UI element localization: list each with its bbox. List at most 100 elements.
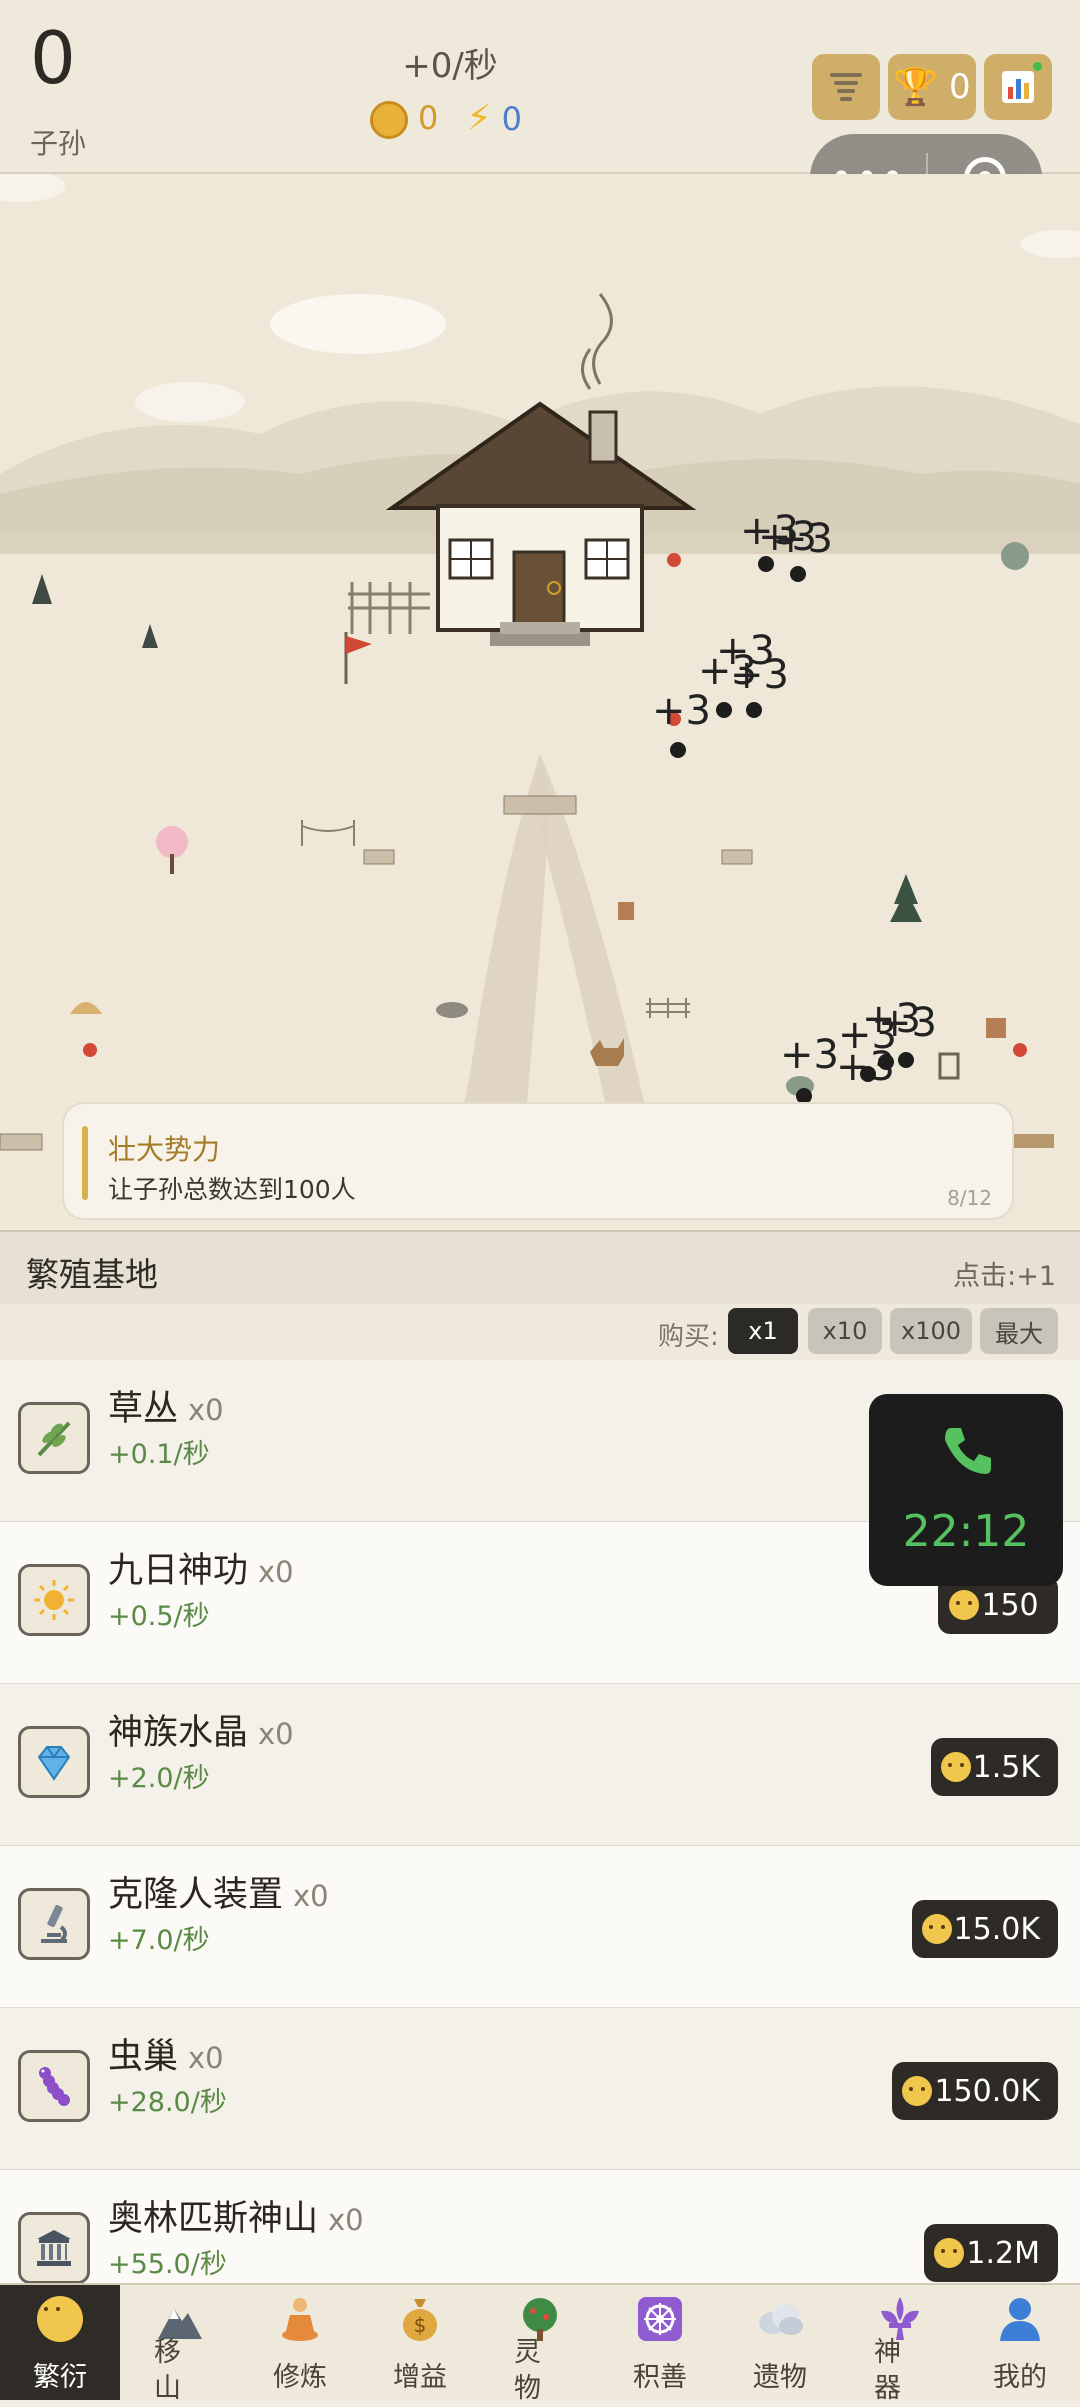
- buy-price-button[interactable]: 15.0K: [911, 1900, 1058, 1958]
- trophy-button[interactable]: 🏆 0: [888, 54, 976, 120]
- baby-icon: [949, 1590, 980, 1620]
- price-value: 1.2M: [966, 2235, 1040, 2271]
- stats-button[interactable]: [984, 54, 1052, 120]
- tab-artifact[interactable]: 神器: [840, 2285, 960, 2404]
- gold-value: 0: [418, 98, 439, 137]
- item-name: 草丛: [108, 1389, 179, 1429]
- buy-price-button[interactable]: 1.5K: [930, 1738, 1058, 1796]
- game-scene[interactable]: +3 +3 +3 +3 +3 +3 +3 +3 +3 +3 +3 +3: [0, 174, 1080, 1229]
- buy-x1-button[interactable]: x1: [728, 1308, 798, 1354]
- baby-icon: [921, 1914, 952, 1944]
- price-value: 1.5K: [972, 1749, 1040, 1785]
- floating-gain: +3: [780, 1032, 839, 1078]
- tab-relics[interactable]: 遗物: [720, 2285, 840, 2400]
- item-count: x0: [293, 1879, 329, 1913]
- tab-boost[interactable]: $ 增益: [360, 2285, 480, 2400]
- list-item[interactable]: 克隆人装置 x0 +7.0/秒 15.0K: [0, 1846, 1080, 2008]
- item-count: x0: [188, 1393, 224, 1427]
- buy-max-button[interactable]: 最大: [980, 1308, 1058, 1354]
- item-rate: +55.0/秒: [108, 2249, 227, 2280]
- tab-spirit[interactable]: 灵物: [480, 2285, 600, 2404]
- quest-card[interactable]: 壮大势力 让子孙总数达到100人 8/12: [62, 1102, 1014, 1220]
- tornado-button[interactable]: [812, 54, 880, 120]
- lightning-icon: ⚡: [466, 98, 492, 139]
- tab-label: 我的: [993, 2362, 1047, 2393]
- tab-label: 繁衍: [33, 2362, 87, 2393]
- tab-label: 修炼: [273, 2362, 327, 2393]
- temple-icon: [18, 2212, 90, 2284]
- trophy-count: 0: [948, 67, 971, 107]
- money-bag-icon: $: [394, 2293, 446, 2345]
- stats-icon: [1002, 71, 1034, 103]
- call-timer: 22:12: [902, 1506, 1030, 1557]
- item-name: 神族水晶: [108, 1713, 249, 1753]
- item-rate: +0.5/秒: [108, 1601, 210, 1632]
- quest-accent-bar: [82, 1126, 88, 1200]
- item-name: 虫巢: [108, 2037, 179, 2077]
- item-rate: +2.0/秒: [108, 1763, 210, 1794]
- gold-resource: 0: [370, 99, 438, 139]
- tab-label: 积善: [633, 2362, 687, 2393]
- coin-icon: [370, 100, 408, 139]
- descendant-dot: [670, 742, 686, 758]
- list-item[interactable]: 虫巢 x0 +28.0/秒 150.0K: [0, 2008, 1080, 2170]
- item-name-row: 克隆人装置 x0: [108, 1866, 329, 1917]
- price-value: 150: [981, 1587, 1039, 1623]
- energy-value: 0: [501, 100, 522, 138]
- section-header: 繁殖基地 点击:+1: [0, 1230, 1080, 1306]
- phone-icon: [945, 1428, 991, 1474]
- list-item[interactable]: 神族水晶 x0 +2.0/秒 1.5K: [0, 1684, 1080, 1846]
- item-name-row: 虫巢 x0: [108, 2028, 224, 2079]
- baby-icon: [934, 2238, 965, 2268]
- buy-label: 购买:: [658, 1322, 719, 1352]
- buy-price-button[interactable]: 150.0K: [892, 2062, 1058, 2120]
- item-name: 奥林匹斯神山: [108, 2199, 319, 2239]
- energy-resource: ⚡ 0: [466, 98, 522, 139]
- microscope-icon: [18, 1888, 90, 1960]
- worm-icon: [18, 2050, 90, 2122]
- crystal-icon: [18, 1726, 90, 1798]
- tab-label: 增益: [393, 2362, 447, 2393]
- scene-art: [0, 174, 1080, 1174]
- buy-x100-button[interactable]: x100: [890, 1308, 972, 1354]
- item-count: x0: [258, 1555, 294, 1589]
- descendant-dot: [860, 1066, 876, 1082]
- sun-icon: [18, 1564, 90, 1636]
- tab-cultivate[interactable]: 修炼: [240, 2285, 360, 2400]
- descendant-dot: [878, 1054, 894, 1070]
- item-name-row: 草丛 x0: [108, 1380, 224, 1431]
- floating-gain: +3: [652, 688, 711, 734]
- item-count: x0: [188, 2041, 224, 2075]
- baby-icon: [902, 2076, 933, 2106]
- baby-icon: [940, 1752, 971, 1782]
- floating-gain: +3: [774, 516, 833, 562]
- buy-x10-button[interactable]: x10: [808, 1308, 882, 1354]
- tab-merit[interactable]: 积善: [600, 2285, 720, 2400]
- quest-description: 让子孙总数达到100人: [108, 1175, 356, 1204]
- sprout-icon: [18, 1402, 90, 1474]
- tornado-icon: [830, 73, 862, 101]
- item-rate: +28.0/秒: [108, 2087, 227, 2118]
- tab-breed[interactable]: 繁衍: [0, 2285, 120, 2400]
- meditate-icon: [274, 2293, 326, 2345]
- tab-move-mountain[interactable]: 移山: [120, 2285, 240, 2404]
- descendant-dot: [790, 566, 806, 582]
- descendant-dot: [746, 702, 762, 718]
- user-icon: [994, 2293, 1046, 2345]
- bottom-nav: 繁衍 移山 修炼 $ 增益 灵物 积善 遗物 神器 我的: [0, 2283, 1080, 2404]
- buy-price-button[interactable]: 1.2M: [924, 2224, 1058, 2282]
- svg-text:$: $: [414, 2313, 427, 2337]
- quest-progress: 8/12: [947, 1186, 992, 1210]
- descendant-dot: [716, 702, 732, 718]
- dharma-wheel-icon: [634, 2293, 686, 2345]
- item-name: 克隆人装置: [108, 1875, 284, 1915]
- call-overlay[interactable]: 22:12: [869, 1394, 1063, 1586]
- item-name-row: 神族水晶 x0: [108, 1704, 294, 1755]
- floating-gain: +3: [730, 652, 789, 698]
- trophy-icon: 🏆: [893, 67, 939, 108]
- tab-profile[interactable]: 我的: [960, 2285, 1080, 2400]
- descendant-label: 子孙: [30, 127, 87, 160]
- tab-label: 神器: [874, 2337, 901, 2404]
- item-count: x0: [328, 2203, 364, 2237]
- resource-bar: 0 ⚡ 0: [370, 98, 522, 139]
